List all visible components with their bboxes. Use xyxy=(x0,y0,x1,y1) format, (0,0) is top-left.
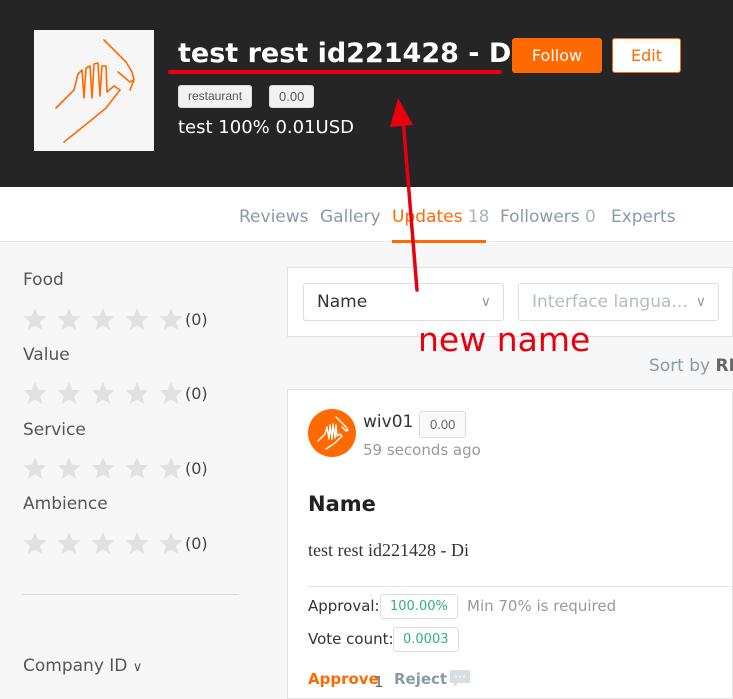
rating-stars-value[interactable]: (0) xyxy=(22,380,208,406)
business-logo xyxy=(34,30,154,151)
rating-label-value: Value xyxy=(23,345,70,365)
category-tag[interactable]: restaurant xyxy=(178,85,253,108)
rating-label-service: Service xyxy=(23,420,86,440)
hands-logo-icon xyxy=(317,416,349,450)
star-icon[interactable] xyxy=(158,530,184,556)
update-author[interactable]: wiv01 xyxy=(363,412,413,432)
rating-label-ambience: Ambience xyxy=(23,494,108,514)
star-icon[interactable] xyxy=(124,455,150,481)
reject-button[interactable]: Reject xyxy=(394,670,447,688)
author-score-badge: 0.00 xyxy=(419,411,467,438)
star-icon[interactable] xyxy=(22,380,48,406)
star-icon[interactable] xyxy=(90,306,116,332)
chevron-down-icon: ∨ xyxy=(480,294,491,310)
chevron-down-icon: ∨ xyxy=(132,660,143,675)
star-icon[interactable] xyxy=(22,455,48,481)
language-filter-select[interactable]: Interface langua... ∨ xyxy=(518,283,719,321)
star-icon[interactable] xyxy=(90,530,116,556)
approval-value-badge: 100.00% xyxy=(380,594,458,619)
business-subtitle: test 100% 0.01USD xyxy=(178,117,355,138)
star-icon[interactable] xyxy=(90,380,116,406)
approve-button[interactable]: Approve xyxy=(308,670,379,688)
star-icon[interactable] xyxy=(124,530,150,556)
follow-button[interactable]: Follow xyxy=(512,38,602,73)
update-timestamp: 59 seconds ago xyxy=(363,441,481,459)
comment-icon[interactable] xyxy=(449,669,471,689)
card-divider xyxy=(308,586,733,587)
rating-count: (0) xyxy=(185,458,208,478)
changed-field-value: test rest id221428 - Di xyxy=(308,540,469,560)
tab-updates-count: 18 xyxy=(467,207,490,227)
vote-count-badge: 0.0003 xyxy=(393,627,459,652)
star-icon[interactable] xyxy=(56,455,82,481)
rating-badge: 0.00 xyxy=(269,85,315,108)
edit-button[interactable]: Edit xyxy=(612,38,681,73)
approval-label: Approval: xyxy=(308,597,380,615)
star-icon[interactable] xyxy=(158,380,184,406)
business-header: test rest id221428 - Di Follow Edit rest… xyxy=(0,0,733,187)
vote-count-label: Vote count: xyxy=(308,630,394,648)
field-filter-select[interactable]: Name ∨ xyxy=(303,283,504,321)
company-id-toggle[interactable]: Company ID ∨ xyxy=(23,656,142,676)
rating-label-food: Food xyxy=(23,270,64,290)
tab-updates[interactable]: Updates 18 xyxy=(392,207,489,227)
changed-field-name: Name xyxy=(308,492,376,516)
chevron-down-icon: ∨ xyxy=(695,294,706,310)
star-icon[interactable] xyxy=(158,306,184,332)
approval-requirement-note: Min 70% is required xyxy=(467,597,617,615)
avatar[interactable] xyxy=(308,409,356,457)
rating-count: (0) xyxy=(185,533,208,553)
annotation-label: new name xyxy=(418,320,591,359)
rating-count: (0) xyxy=(185,383,208,403)
star-icon[interactable] xyxy=(124,380,150,406)
annotation-underline xyxy=(168,70,502,74)
rating-stars-service[interactable]: (0) xyxy=(22,455,208,481)
rating-stars-food[interactable]: (0) xyxy=(22,306,208,332)
sort-control[interactable]: Sort by RE xyxy=(649,356,733,376)
tab-bar: Reviews Gallery Updates 18 Followers 0 E… xyxy=(0,187,733,243)
tab-gallery[interactable]: Gallery xyxy=(320,207,381,227)
sidebar-divider xyxy=(22,594,239,595)
star-icon[interactable] xyxy=(124,306,150,332)
tab-experts[interactable]: Experts xyxy=(611,207,676,227)
approve-count: 1 xyxy=(374,673,384,691)
rating-count: (0) xyxy=(185,309,208,329)
hands-logo-icon xyxy=(55,39,135,143)
tab-followers-count: 0 xyxy=(585,207,596,227)
star-icon[interactable] xyxy=(22,530,48,556)
business-title: test rest id221428 - Di xyxy=(178,38,521,69)
star-icon[interactable] xyxy=(56,380,82,406)
tab-followers[interactable]: Followers 0 xyxy=(500,207,596,227)
tab-reviews[interactable]: Reviews xyxy=(239,207,309,227)
star-icon[interactable] xyxy=(56,530,82,556)
rating-stars-ambience[interactable]: (0) xyxy=(22,530,208,556)
star-icon[interactable] xyxy=(22,306,48,332)
star-icon[interactable] xyxy=(90,455,116,481)
star-icon[interactable] xyxy=(56,306,82,332)
star-icon[interactable] xyxy=(158,455,184,481)
